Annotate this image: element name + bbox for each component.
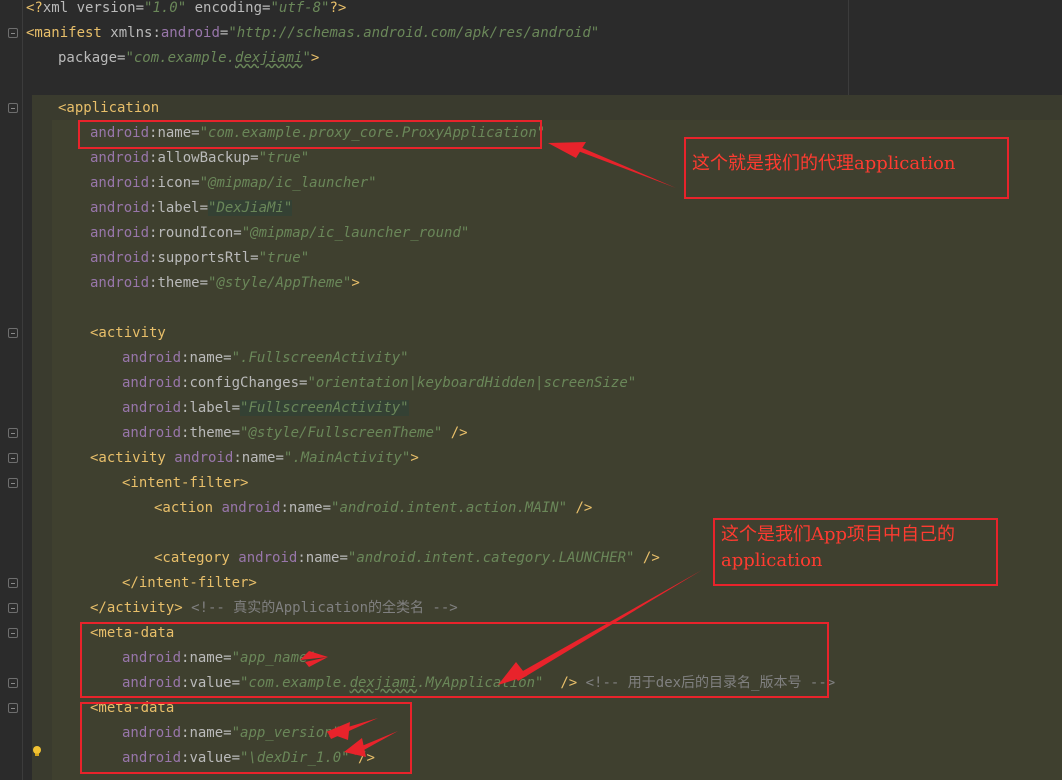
arrow-to-proxy-application <box>548 142 676 188</box>
arrow-to-app-name <box>300 651 328 667</box>
code-editor[interactable]: <?xml version="1.0" encoding="utf-8"?> <m… <box>0 0 1062 780</box>
annotation-arrows <box>300 142 702 757</box>
arrow-to-my-application <box>498 570 702 685</box>
arrow-to-version-value <box>344 731 398 757</box>
arrow-to-app-version <box>326 718 378 740</box>
